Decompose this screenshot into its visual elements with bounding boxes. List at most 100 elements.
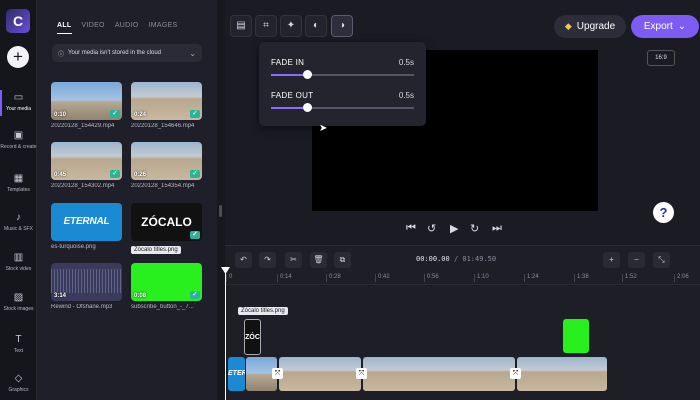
timeline-ruler[interactable]: 0 0:14 0:28 0:42 0:56 1:10 1:24 1:38 1:5…	[225, 271, 700, 285]
media-thumbnail: 0:10 ✓	[51, 82, 122, 120]
rail-item-label: Stock images	[3, 306, 34, 312]
scissors-icon[interactable]: ✂	[285, 252, 302, 268]
tab-audio[interactable]: AUDIO	[115, 22, 139, 34]
media-file-name: Zócalo titles.png	[131, 246, 181, 254]
rail-item-record[interactable]: ▣ Record & create	[0, 130, 37, 150]
media-thumbnail: 0:24 ✓	[131, 82, 202, 120]
thumbnail-text: ZÓCALO	[141, 215, 192, 229]
media-tile[interactable]: ZÓCALO ✓ Zócalo titles.png	[131, 203, 202, 259]
green-screen-clip[interactable]	[563, 319, 589, 353]
rewind-icon[interactable]: ↺	[427, 222, 436, 235]
cloud-notice[interactable]: ⓘ Your media isn't stored in the cloud ⌄	[52, 44, 202, 62]
export-button[interactable]: Export ⌄	[631, 15, 699, 38]
transition-icon[interactable]: ⤧	[356, 368, 367, 379]
panel-splitter[interactable]	[217, 0, 225, 400]
rail-item-templates[interactable]: ▦ Templates	[0, 173, 37, 193]
zoom-in-icon[interactable]: +	[603, 252, 620, 268]
fit-icon[interactable]: ⤡	[653, 252, 670, 268]
waveform	[51, 269, 122, 293]
fade-out-value: 0.5s	[398, 91, 414, 100]
fade-in-value: 0.5s	[398, 58, 414, 67]
media-file-name: subscribe_button_-_7...	[131, 304, 194, 310]
media-tile[interactable]: 0:24 ✓ 20220128_154646.mp4	[131, 82, 202, 129]
upgrade-button[interactable]: ◆ Upgrade	[554, 15, 626, 38]
rail-item-label: Your media	[5, 106, 32, 112]
tick-label: 2:06	[674, 274, 689, 282]
media-tabs: ALL VIDEO AUDIO IMAGES	[57, 22, 178, 34]
film-icon: ▥	[13, 252, 24, 263]
duration-label: 0:45	[54, 172, 67, 178]
forward-icon[interactable]: ↻	[470, 222, 479, 235]
tick-label: 0:42	[375, 274, 390, 282]
media-tile[interactable]: 0:08 ✓ subscribe_button_-_7...	[131, 263, 202, 310]
media-tile[interactable]: ETERNAL SPRING es-turquoise.png	[51, 203, 122, 250]
redo-icon[interactable]: ↷	[259, 252, 276, 268]
fade-in-label: FADE IN	[271, 58, 305, 67]
slider-knob[interactable]	[302, 103, 312, 112]
export-label: Export	[643, 21, 673, 32]
layout-icon[interactable]: ▤	[230, 15, 252, 37]
aspect-ratio-button[interactable]: 16:9	[647, 50, 675, 66]
media-thumbnail: 0:45 ✓	[51, 142, 122, 180]
video-clip[interactable]	[517, 357, 607, 391]
media-file-name: 20220128_154354.mp4	[131, 183, 195, 189]
text-clip[interactable]: ZÓC	[244, 319, 261, 355]
rail-item-label: Templates	[7, 187, 30, 193]
rail-item-music[interactable]: ♪ Music & SFX	[0, 212, 37, 232]
trash-icon[interactable]: 🗑	[310, 252, 327, 268]
rail-item-text[interactable]: T Text	[0, 334, 37, 354]
tick-label: 0	[225, 274, 233, 282]
skip-forward-icon[interactable]: ⏭	[492, 222, 502, 235]
tab-images[interactable]: IMAGES	[148, 22, 177, 34]
media-file-name: Rewind - Ofshane.mp3	[51, 304, 113, 310]
fade-icon[interactable]: ◑	[331, 15, 353, 37]
media-tile[interactable]: 0:45 ✓ 20220128_154302.mp4	[51, 142, 122, 189]
tab-all[interactable]: ALL	[57, 22, 72, 34]
duration-label: 0:08	[134, 293, 147, 299]
contrast-icon[interactable]: ◐	[305, 15, 327, 37]
duration-label: 0:26	[134, 172, 147, 178]
rail-item-stock-video[interactable]: ▥ Stock video	[0, 252, 37, 272]
rail-item-your-media[interactable]: ▭ Your media	[0, 90, 37, 116]
media-tile[interactable]: 0:10 ✓ 20220128_154429.mp4	[51, 82, 122, 129]
zoom-out-icon[interactable]: −	[628, 252, 645, 268]
rail-item-label: Record & create	[0, 144, 37, 150]
add-media-button[interactable]: +	[7, 46, 29, 68]
fade-out-slider[interactable]	[271, 103, 414, 112]
magic-wand-icon[interactable]: ✦	[280, 15, 302, 37]
timecode: 00:00.00 / 01:49.50	[416, 255, 497, 263]
camera-icon: ▣	[13, 130, 24, 141]
check-icon: ✓	[110, 170, 120, 178]
folder-icon: ▭	[13, 92, 24, 103]
media-tile[interactable]: 3:14 Rewind - Ofshane.mp3	[51, 263, 122, 310]
transition-icon[interactable]: ⤧	[272, 368, 283, 379]
clip-tooltip: Zócalo titles.png	[238, 307, 288, 315]
media-tile[interactable]: 0:26 ✓ 20220128_154354.mp4	[131, 142, 202, 189]
clipchamp-logo[interactable]: C	[6, 9, 30, 33]
fade-in-slider[interactable]	[271, 70, 414, 79]
media-file-name: 20220128_154646.mp4	[131, 123, 195, 129]
playhead[interactable]	[225, 270, 226, 400]
rail-item-graphics[interactable]: ◇ Graphics	[0, 373, 37, 393]
media-thumbnail: ZÓCALO ✓	[131, 203, 202, 241]
help-button[interactable]: ?	[653, 202, 674, 223]
video-clip[interactable]	[363, 357, 515, 391]
crop-icon[interactable]: ⌗	[255, 15, 277, 37]
undo-icon[interactable]: ↶	[235, 252, 252, 268]
tab-video[interactable]: VIDEO	[82, 22, 105, 34]
video-clip[interactable]	[279, 357, 361, 391]
rail-item-stock-images[interactable]: ▨ Stock images	[0, 292, 37, 312]
skip-back-icon[interactable]: ⏮	[406, 222, 416, 235]
graphics-icon: ◇	[14, 373, 23, 384]
play-icon[interactable]: ▶	[450, 222, 458, 235]
music-icon: ♪	[16, 212, 21, 223]
brand-clip[interactable]: ETER	[228, 357, 245, 391]
cloud-notice-text: Your media isn't stored in the cloud	[68, 50, 161, 56]
check-icon: ✓	[190, 291, 200, 299]
slider-knob[interactable]	[302, 70, 312, 79]
transition-icon[interactable]: ⤧	[510, 368, 521, 379]
rail-item-label: Text	[13, 348, 24, 354]
fade-out-label: FADE OUT	[271, 91, 314, 100]
check-icon: ✓	[190, 170, 200, 178]
duplicate-icon[interactable]: ⧉	[334, 252, 351, 268]
